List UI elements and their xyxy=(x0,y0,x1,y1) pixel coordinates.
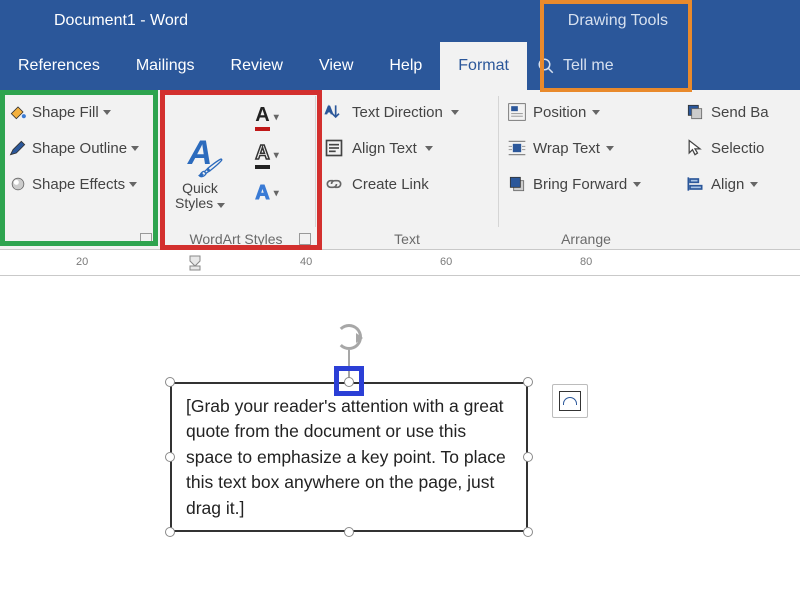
shape-styles-launcher[interactable] xyxy=(140,233,152,245)
layout-options-icon xyxy=(559,391,581,411)
resize-handle-e[interactable] xyxy=(523,452,533,462)
position-label: Position xyxy=(533,104,586,121)
tab-mailings[interactable]: Mailings xyxy=(118,42,213,90)
ruler-mark-20: 20 xyxy=(76,256,88,268)
group-title-wordart: WordArt Styles xyxy=(157,231,315,247)
layout-options-button[interactable] xyxy=(552,384,588,418)
resize-handle-n[interactable] xyxy=(344,377,354,387)
indent-marker[interactable] xyxy=(188,254,202,272)
group-wordart-styles: A🖌 QuickStyles A▾ A▾ A▾ WordArt Styles xyxy=(157,90,315,249)
align-button[interactable]: Align xyxy=(681,166,792,202)
position-icon xyxy=(507,102,527,122)
resize-handle-w[interactable] xyxy=(165,452,175,462)
tab-review[interactable]: Review xyxy=(213,42,301,90)
selection-pane-button[interactable]: Selectio xyxy=(681,130,792,166)
chevron-down-icon xyxy=(750,182,758,187)
text-direction-icon: A xyxy=(324,102,344,122)
text-outline-button[interactable]: A▾ xyxy=(245,140,289,170)
shape-effects-label: Shape Effects xyxy=(32,176,125,193)
align-text-button[interactable]: Align Text xyxy=(324,130,490,166)
group-title-text: Text xyxy=(316,231,498,247)
wrap-text-button[interactable]: Wrap Text xyxy=(507,130,665,166)
text-effects-button[interactable]: A▾ xyxy=(245,178,289,208)
shape-outline-label: Shape Outline xyxy=(32,140,127,157)
chevron-down-icon xyxy=(606,146,614,151)
bring-forward-label: Bring Forward xyxy=(533,176,627,193)
send-backward-icon xyxy=(685,102,705,122)
tell-me-search[interactable]: Tell me xyxy=(527,42,624,90)
titlebar: Document1 - Word Drawing Tools xyxy=(0,0,800,42)
send-backward-button[interactable]: Send Ba xyxy=(681,94,792,130)
create-link-button[interactable]: Create Link xyxy=(324,166,490,202)
tell-me-label: Tell me xyxy=(563,57,614,75)
resize-handle-sw[interactable] xyxy=(165,527,175,537)
search-icon xyxy=(537,57,555,75)
quick-styles-button[interactable]: A🖌 QuickStyles xyxy=(165,94,235,247)
rotate-stem xyxy=(348,350,350,380)
group-arrange: Position Wrap Text Bring Forward Arrange xyxy=(499,90,673,249)
resize-handle-se[interactable] xyxy=(523,527,533,537)
resize-handle-nw[interactable] xyxy=(165,377,175,387)
text-direction-button[interactable]: A Text Direction xyxy=(324,94,490,130)
bring-forward-icon xyxy=(507,174,527,194)
tab-help[interactable]: Help xyxy=(371,42,440,90)
group-title-arrange: Arrange xyxy=(499,231,673,247)
send-backward-label: Send Ba xyxy=(711,104,769,121)
ribbon-tabs: References Mailings Review View Help For… xyxy=(0,42,800,90)
tab-format[interactable]: Format xyxy=(440,42,527,90)
textbox-content[interactable]: [Grab your reader's attention with a gre… xyxy=(170,382,528,532)
svg-text:A: A xyxy=(326,106,333,117)
align-text-icon xyxy=(324,138,344,158)
chevron-down-icon xyxy=(592,110,600,115)
horizontal-ruler[interactable]: 20 40 60 80 xyxy=(0,250,800,276)
link-icon xyxy=(324,174,344,194)
text-direction-label: Text Direction xyxy=(352,104,443,121)
text-fill-button[interactable]: A▾ xyxy=(245,102,289,132)
pen-icon xyxy=(8,138,28,158)
ruler-mark-40: 40 xyxy=(300,256,312,268)
shape-outline-button[interactable]: Shape Outline xyxy=(8,130,148,166)
document-canvas[interactable]: [Grab your reader's attention with a gre… xyxy=(0,276,800,608)
quick-styles-icon: A🖌 xyxy=(188,134,213,173)
create-link-label: Create Link xyxy=(352,176,429,193)
chevron-down-icon xyxy=(131,146,139,151)
textbox-selection[interactable]: [Grab your reader's attention with a gre… xyxy=(170,382,528,532)
wordart-launcher[interactable] xyxy=(299,233,311,245)
bucket-icon xyxy=(8,102,28,122)
group-text: A Text Direction Align Text Create Link … xyxy=(316,90,498,249)
position-button[interactable]: Position xyxy=(507,94,665,130)
wrap-text-icon xyxy=(507,138,527,158)
shape-effects-button[interactable]: Shape Effects xyxy=(8,166,148,202)
selection-pane-icon xyxy=(685,138,705,158)
tab-references[interactable]: References xyxy=(0,42,118,90)
group-shape-styles: Shape Fill Shape Outline Shape Effects xyxy=(0,90,156,249)
chevron-down-icon xyxy=(103,110,111,115)
ruler-mark-60: 60 xyxy=(440,256,452,268)
align-icon xyxy=(685,174,705,194)
resize-handle-s[interactable] xyxy=(344,527,354,537)
chevron-down-icon xyxy=(451,110,459,115)
wrap-text-label: Wrap Text xyxy=(533,140,600,157)
tab-view[interactable]: View xyxy=(301,42,371,90)
ribbon: Shape Fill Shape Outline Shape Effects A… xyxy=(0,90,800,250)
chevron-down-icon xyxy=(425,146,433,151)
document-title: Document1 - Word xyxy=(54,12,188,30)
chevron-down-icon xyxy=(633,182,641,187)
group-arrange-continued: Send Ba Selectio Align xyxy=(673,90,800,249)
ruler-mark-80: 80 xyxy=(580,256,592,268)
contextual-tab-label: Drawing Tools xyxy=(550,0,686,42)
resize-handle-ne[interactable] xyxy=(523,377,533,387)
shape-fill-label: Shape Fill xyxy=(32,104,99,121)
effects-icon xyxy=(8,174,28,194)
shape-fill-button[interactable]: Shape Fill xyxy=(8,94,148,130)
align-label: Align xyxy=(711,176,744,193)
align-text-label: Align Text xyxy=(352,140,417,157)
selection-pane-label: Selectio xyxy=(711,140,764,157)
bring-forward-button[interactable]: Bring Forward xyxy=(507,166,665,202)
chevron-down-icon xyxy=(129,182,137,187)
rotate-handle[interactable] xyxy=(336,324,362,350)
quick-styles-label: QuickStyles xyxy=(175,181,225,212)
